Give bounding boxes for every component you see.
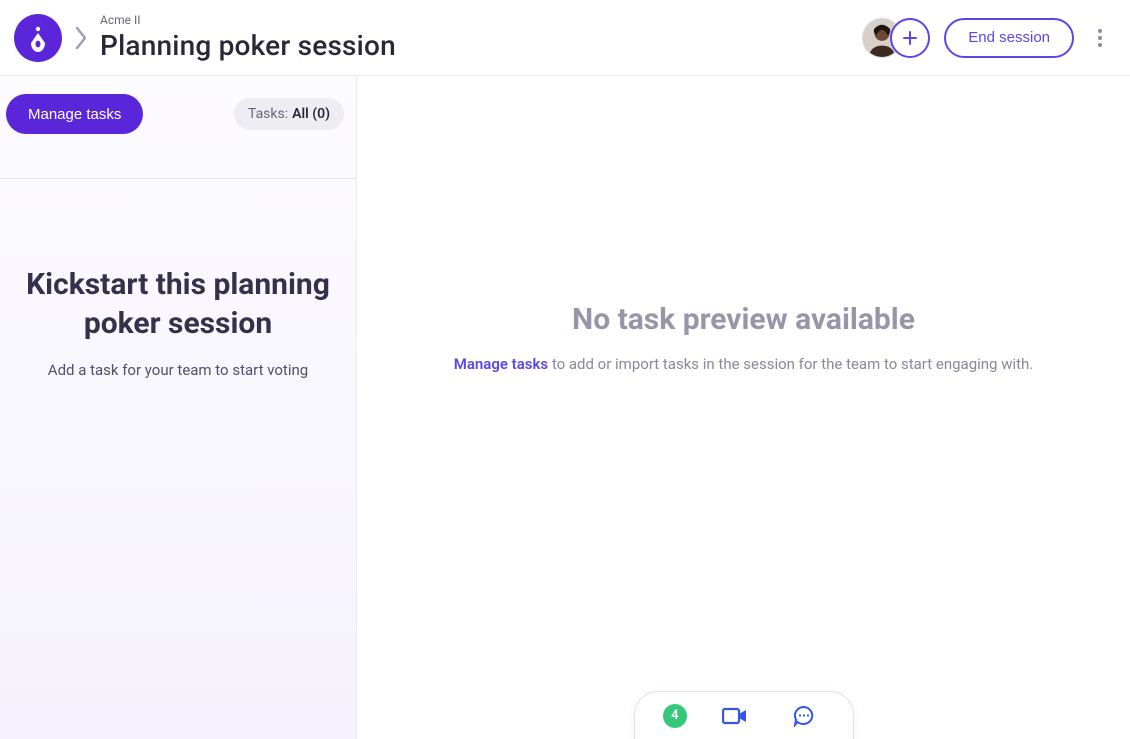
app-header: Acme II Planning poker session End sessi… — [0, 0, 1130, 76]
participants — [862, 18, 930, 58]
sidebar: Manage tasks Tasks: All (0) Kickstart th… — [0, 76, 356, 739]
page-title: Planning poker session — [100, 29, 396, 62]
dock-count-badge[interactable]: 4 — [663, 704, 687, 728]
title-group: Acme II Planning poker session — [100, 13, 396, 62]
chat-icon — [793, 705, 815, 727]
more-vertical-icon — [1098, 29, 1102, 47]
manage-tasks-button[interactable]: Manage tasks — [6, 94, 143, 134]
breadcrumb-org[interactable]: Acme II — [100, 13, 396, 27]
add-participant-button[interactable] — [890, 18, 930, 58]
manage-tasks-link[interactable]: Manage tasks — [454, 355, 548, 373]
sidebar-toolbar: Manage tasks Tasks: All (0) — [0, 76, 356, 179]
main-empty-heading: No task preview available — [572, 302, 915, 337]
sidebar-empty-subtext: Add a task for your team to start voting — [48, 361, 308, 379]
chat-button[interactable] — [784, 700, 824, 732]
sidebar-empty-heading: Kickstart this planning poker session — [20, 265, 336, 343]
tasks-filter-value: All (0) — [292, 106, 330, 122]
logo-icon — [27, 23, 49, 53]
app-logo[interactable] — [14, 14, 62, 62]
plus-icon — [903, 31, 917, 45]
floating-dock: 4 — [634, 691, 854, 739]
end-session-button[interactable]: End session — [944, 18, 1074, 58]
main-empty-state: No task preview available Manage tasks t… — [357, 76, 1130, 739]
tasks-filter-label: Tasks: — [248, 106, 288, 122]
video-button[interactable] — [715, 700, 755, 732]
main-panel: No task preview available Manage tasks t… — [356, 76, 1130, 739]
sidebar-empty-state: Kickstart this planning poker session Ad… — [0, 179, 356, 739]
header-left: Acme II Planning poker session — [14, 13, 396, 62]
app-body: Manage tasks Tasks: All (0) Kickstart th… — [0, 76, 1130, 739]
header-right: End session — [862, 18, 1112, 58]
tasks-filter[interactable]: Tasks: All (0) — [234, 98, 344, 130]
main-empty-rest: to add or import tasks in the session fo… — [548, 355, 1033, 373]
main-empty-text: Manage tasks to add or import tasks in t… — [454, 355, 1034, 373]
more-menu-button[interactable] — [1088, 18, 1112, 58]
breadcrumb-separator-icon — [74, 25, 88, 51]
video-icon — [722, 706, 748, 726]
